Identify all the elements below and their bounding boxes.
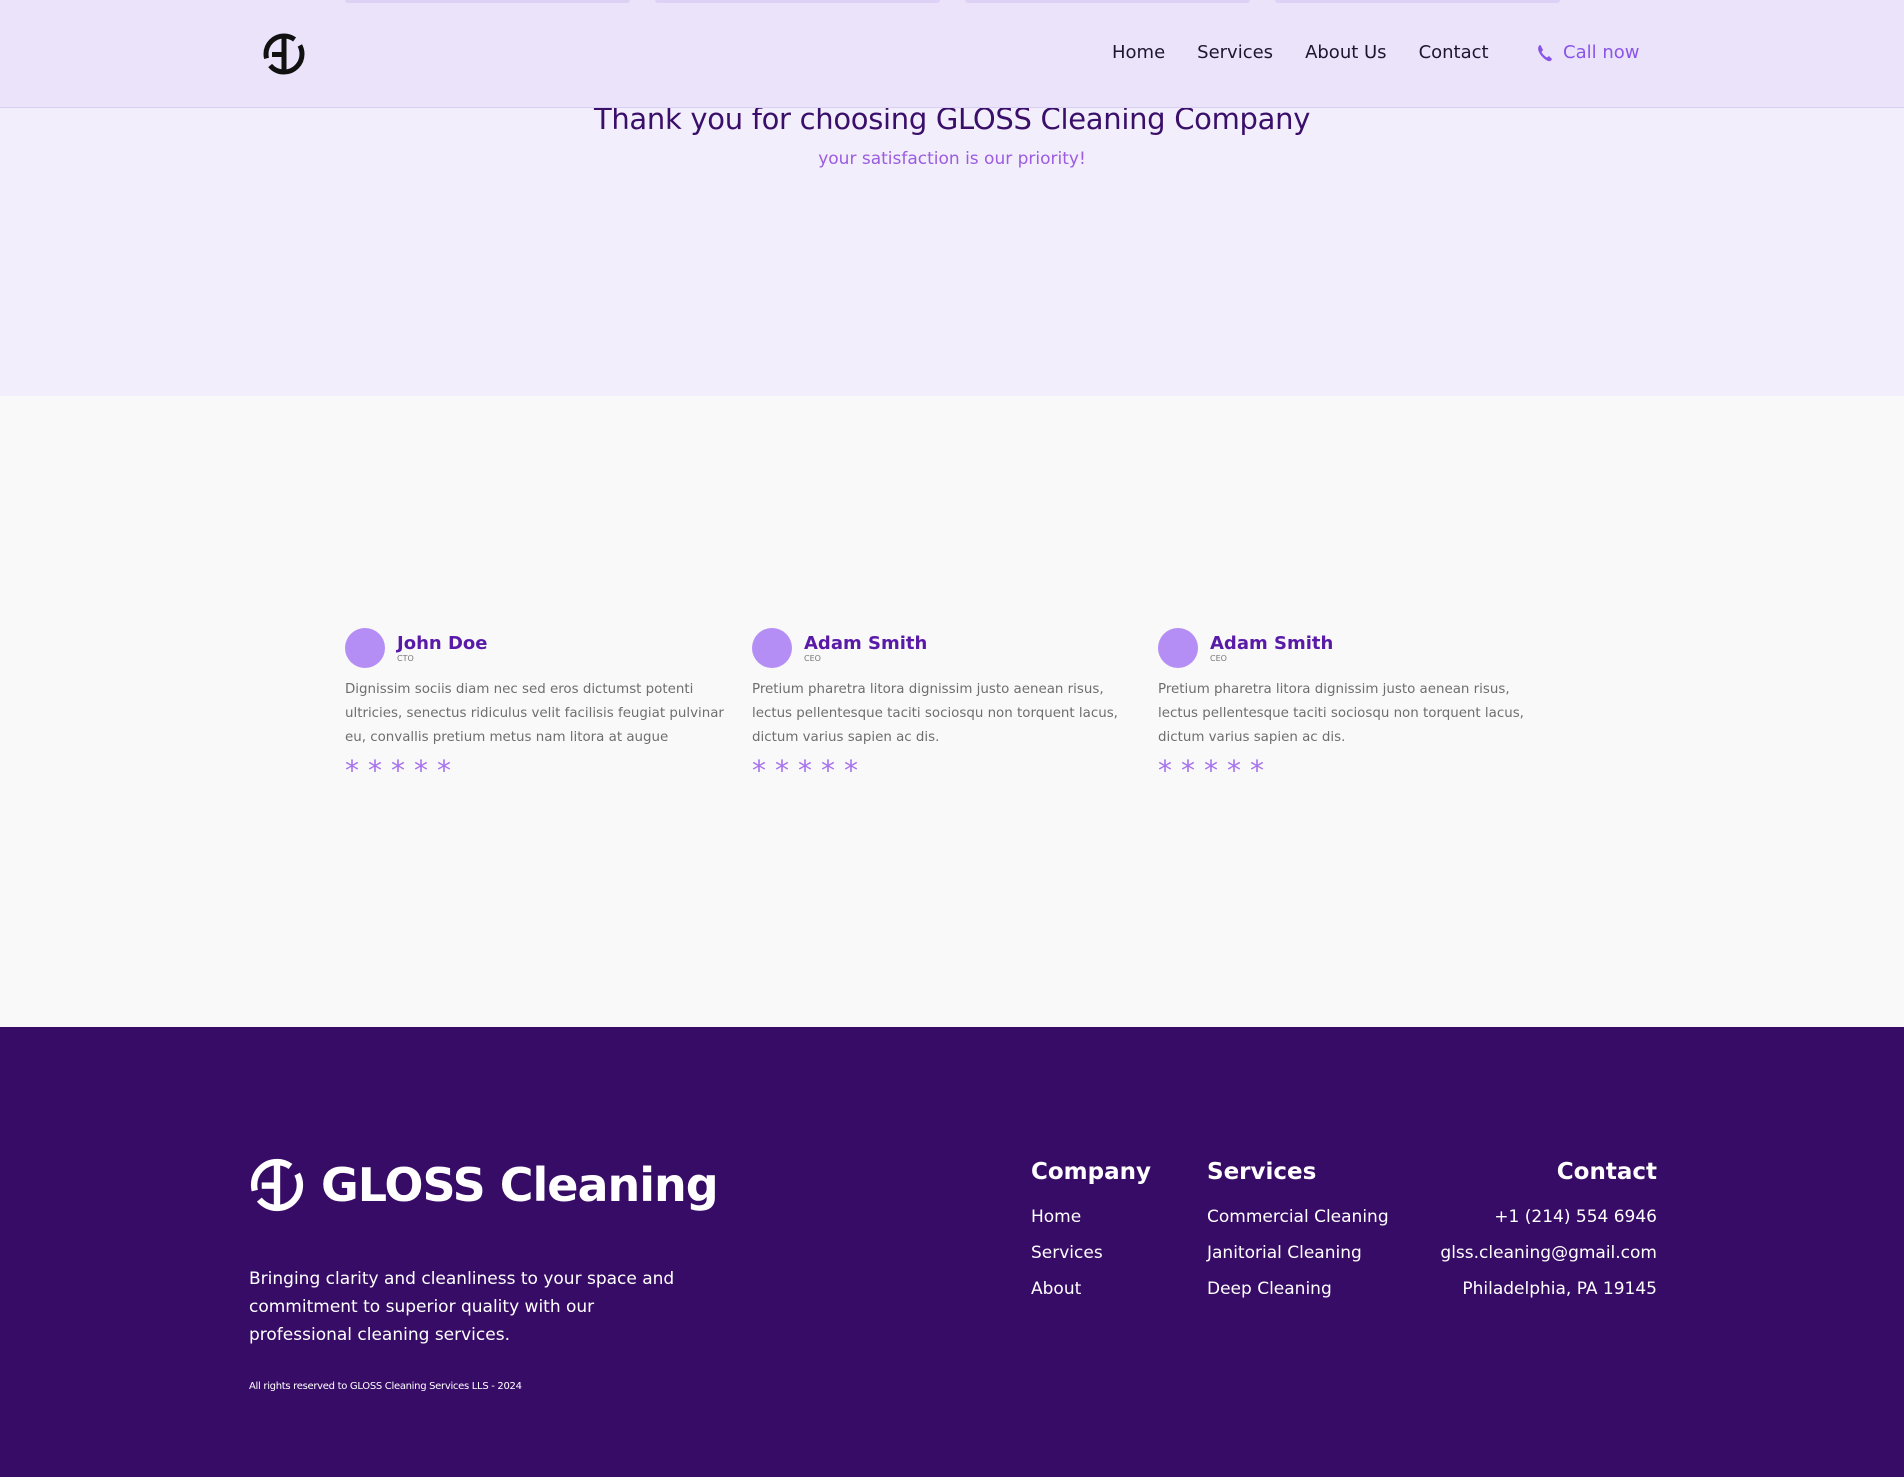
star-icon: * [798,754,812,787]
nav-decoration [965,0,1250,3]
star-icon: * [752,754,766,787]
footer-company-column: Company Home Services About [1031,1159,1151,1307]
nav-decoration [345,0,630,3]
footer-link-deep-cleaning[interactable]: Deep Cleaning [1207,1271,1389,1307]
star-icon: * [1181,754,1195,787]
testimonial-card: Adam Smith CEO Pretium pharetra litora d… [1158,628,1548,786]
testimonial-name: John Doe [397,633,488,654]
testimonial-name: Adam Smith [1210,633,1334,654]
star-icon: * [391,754,405,787]
star-icon: * [844,754,858,787]
avatar [752,628,792,668]
nav-decoration [655,0,940,3]
star-icon: * [368,754,382,787]
footer-brand: GLOSS Cleaning [249,1157,719,1213]
footer-brand-name: GLOSS Cleaning [321,1158,719,1212]
footer-contact-column: Contact +1 (214) 554 6946 glss.cleaning@… [1440,1159,1657,1307]
nav-services[interactable]: Services [1197,42,1273,63]
testimonial-role: CEO [804,654,821,663]
testimonial-quote: Dignissim sociis diam nec sed eros dictu… [345,682,724,745]
star-icon: * [821,754,835,787]
footer: GLOSS Cleaning Bringing clarity and clea… [0,1027,1904,1477]
nav-contact[interactable]: Contact [1419,42,1489,63]
call-now-button[interactable]: Call now [1537,42,1639,63]
footer-link-about[interactable]: About [1031,1271,1151,1307]
star-icon: * [345,754,359,787]
footer-address: Philadelphia, PA 19145 [1462,1279,1657,1299]
navbar: Home Services About Us Contact Call now [0,0,1904,108]
footer-link-home[interactable]: Home [1031,1199,1151,1235]
testimonial-role: CTO [397,654,414,663]
call-now-label: Call now [1563,42,1640,63]
hero-subtitle: your satisfaction is our priority! [818,149,1086,169]
footer-link-janitorial-cleaning[interactable]: Janitorial Cleaning [1207,1235,1389,1271]
testimonial-card: John Doe CTO Dignissim sociis diam nec s… [345,628,735,786]
star-rating: * * * * * [345,756,735,786]
star-icon: * [1158,754,1172,787]
footer-link-services[interactable]: Services [1031,1235,1151,1271]
footer-column-title: Company [1031,1159,1151,1185]
star-icon: * [1250,754,1264,787]
star-rating: * * * * * [1158,756,1548,786]
footer-phone-link[interactable]: +1 (214) 554 6946 [1440,1199,1657,1235]
testimonial-card: Adam Smith CEO Pretium pharetra litora d… [752,628,1142,786]
star-icon: * [1204,754,1218,787]
testimonial-name: Adam Smith [804,633,928,654]
testimonial-quote: Pretium pharetra litora dignissim justo … [752,682,1118,745]
footer-description: Bringing clarity and cleanliness to your… [249,1269,675,1345]
logo-icon [250,1158,304,1212]
testimonial-role: CEO [1210,654,1227,663]
footer-link-commercial-cleaning[interactable]: Commercial Cleaning [1207,1199,1389,1235]
footer-email-link[interactable]: glss.cleaning@gmail.com [1440,1235,1657,1271]
avatar [345,628,385,668]
footer-column-title: Services [1207,1159,1317,1185]
nav-decoration [1275,0,1560,3]
footer-column-title: Contact [1556,1159,1657,1185]
nav-home[interactable]: Home [1112,42,1165,63]
star-icon: * [437,754,451,787]
footer-services-column: Services Commercial Cleaning Janitorial … [1207,1159,1389,1307]
nav-about-us[interactable]: About Us [1305,42,1387,63]
star-icon: * [1227,754,1241,787]
star-icon: * [775,754,789,787]
testimonials-section: John Doe CTO Dignissim sociis diam nec s… [0,396,1904,1027]
logo-icon[interactable] [262,32,306,76]
main-nav: Home Services About Us Contact [1112,42,1521,63]
avatar [1158,628,1198,668]
testimonial-quote: Pretium pharetra litora dignissim justo … [1158,682,1524,745]
copyright: All rights reserved to GLOSS Cleaning Se… [249,1381,522,1392]
star-icon: * [414,754,428,787]
star-rating: * * * * * [752,756,1142,786]
phone-icon [1538,44,1552,61]
